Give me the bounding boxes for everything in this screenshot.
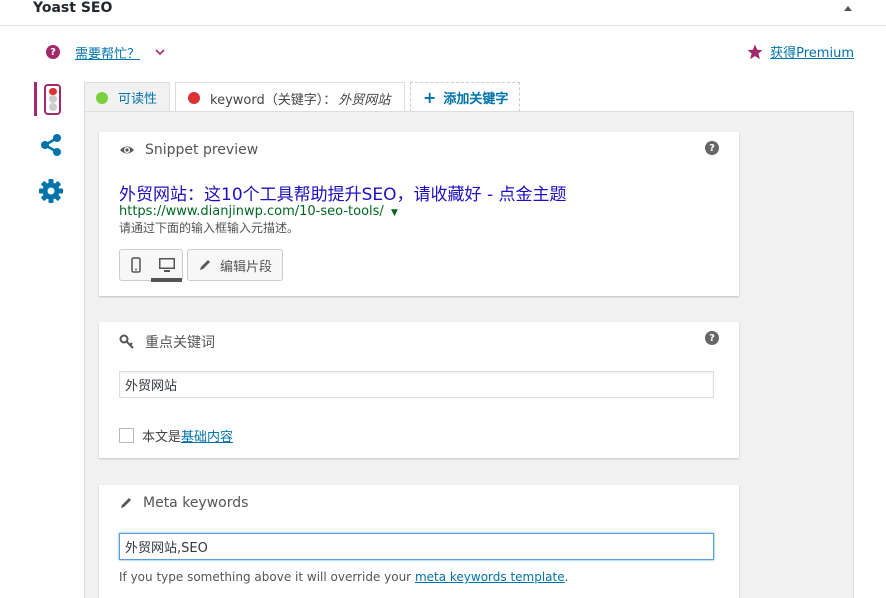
caret-down-icon: ▼: [390, 208, 398, 218]
pencil-icon: [121, 498, 131, 508]
star-icon: [747, 44, 763, 59]
pencil-icon: [200, 260, 210, 270]
snippet-preview-card: Snippet preview ? 外贸网站：这10个工具帮助提升SEO，请收藏…: [99, 132, 739, 296]
snippet-url-text: https://www.dianjinwp.com/10-seo-tools/: [119, 204, 384, 219]
gear-icon: [39, 179, 63, 203]
snippet-url: https://www.dianjinwp.com/10-seo-tools/ …: [119, 204, 398, 219]
help-row: ? 需要帮忙？: [46, 41, 166, 63]
meta-keywords-note: If you type something above it will over…: [119, 570, 568, 584]
focus-keyword-input[interactable]: [119, 371, 714, 398]
tab-readability-label: 可读性: [118, 92, 158, 107]
tab-keyword[interactable]: keyword（关键字）： 外贸网站: [175, 82, 405, 113]
readability-status-dot: [96, 91, 108, 104]
tab-keyword-value: 外贸网站: [338, 92, 391, 108]
meta-keywords-heading: Meta keywords: [119, 495, 248, 511]
snippet-preview-label: Snippet preview: [145, 142, 259, 158]
sidebar-tab-content-analysis[interactable]: [34, 82, 68, 116]
key-icon: [119, 334, 134, 349]
device-toggle: [119, 249, 183, 282]
help-toggle-link[interactable]: 需要帮忙？: [75, 43, 140, 62]
traffic-light-icon: [44, 83, 61, 115]
keyword-status-dot: [188, 92, 200, 104]
edit-snippet-button[interactable]: 编辑片段: [187, 249, 284, 281]
focus-keyword-label: 重点关键词: [145, 335, 215, 351]
edit-snippet-label: 编辑片段: [220, 259, 273, 275]
sidebar-tab-advanced[interactable]: [34, 174, 68, 208]
add-keyword-button[interactable]: + 添加关键字: [410, 82, 520, 112]
question-icon[interactable]: ?: [46, 45, 60, 59]
share-icon: [41, 134, 61, 156]
chevron-down-icon[interactable]: [154, 47, 166, 57]
cornerstone-checkbox[interactable]: [119, 428, 134, 443]
premium-promo: 获得Premium: [746, 42, 854, 61]
snippet-title[interactable]: 外贸网站：这10个工具帮助提升SEO，请收藏好 - 点金主题: [119, 180, 567, 205]
note-suffix: .: [564, 570, 569, 584]
add-keyword-label: 添加关键字: [443, 92, 509, 107]
plus-icon: +: [423, 88, 437, 107]
get-premium-link[interactable]: 获得Premium: [770, 42, 854, 61]
focus-keyword-heading: 重点关键词: [119, 332, 215, 352]
meta-keywords-card: Meta keywords If you type something abov…: [99, 485, 739, 598]
meta-keywords-input[interactable]: [119, 533, 714, 560]
cornerstone-prefix: 本文是: [142, 430, 182, 445]
note-prefix: If you type something above it will over…: [119, 570, 415, 584]
desktop-preview-button[interactable]: [151, 250, 182, 282]
triangle-up-icon[interactable]: [842, 4, 854, 14]
help-icon[interactable]: ?: [705, 331, 719, 345]
metabox-header: Yoast SEO: [0, 0, 886, 26]
mobile-icon: [130, 257, 141, 273]
cornerstone-row: 本文是 基础内容: [119, 426, 233, 445]
metabox-title: Yoast SEO: [33, 0, 113, 16]
snippet-preview-heading: Snippet preview: [119, 142, 258, 158]
focus-keyword-card: 重点关键词 ? 本文是 基础内容: [99, 322, 739, 458]
meta-keywords-template-link[interactable]: meta keywords template: [415, 570, 565, 584]
help-icon[interactable]: ?: [705, 141, 719, 155]
mobile-preview-button[interactable]: [120, 250, 151, 280]
eye-icon: [120, 146, 134, 154]
tab-keyword-prefix: keyword（关键字）：: [210, 92, 337, 108]
meta-keywords-label: Meta keywords: [143, 495, 249, 511]
sidebar-tab-social[interactable]: [34, 128, 68, 162]
cornerstone-link[interactable]: 基础内容: [181, 426, 233, 445]
desktop-icon: [158, 258, 175, 272]
snippet-description: 请通过下面的输入框输入元描述。: [119, 221, 300, 235]
tab-readability[interactable]: 可读性: [84, 82, 170, 112]
